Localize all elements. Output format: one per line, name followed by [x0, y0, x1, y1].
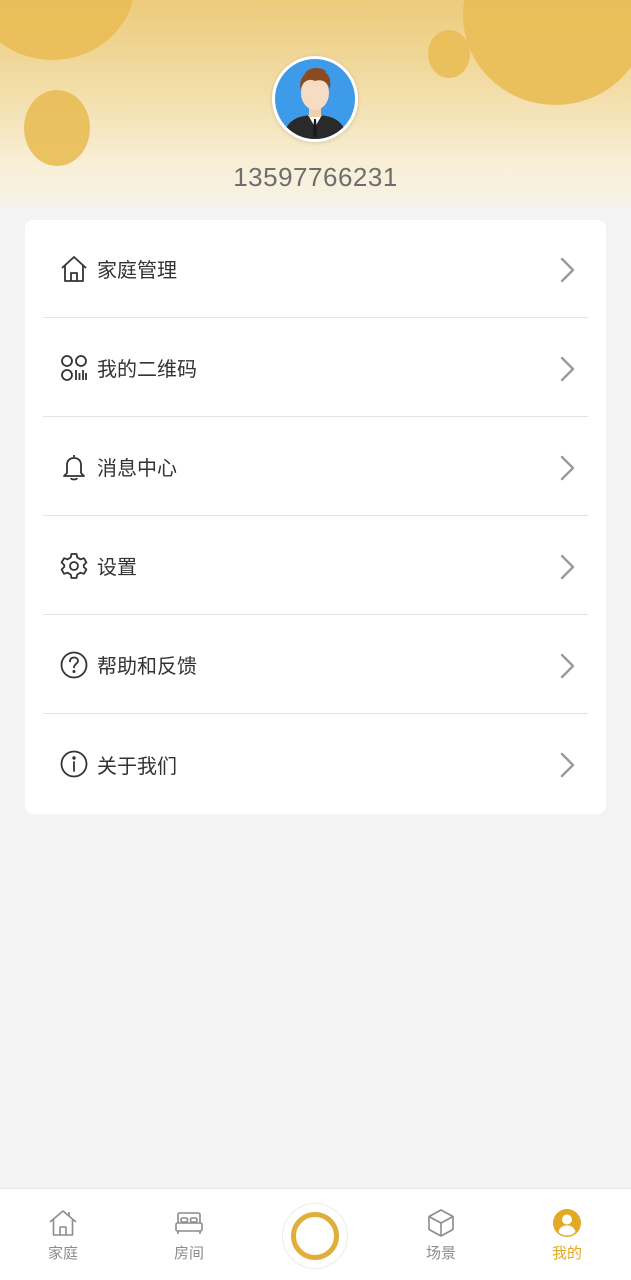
tab-label: 场景: [425, 1244, 456, 1262]
menu-item-help-feedback[interactable]: 帮助和反馈: [43, 616, 588, 714]
menu-item-label: 帮助和反馈: [97, 654, 197, 678]
home-icon: [49, 1210, 77, 1236]
menu-card: 家庭管理 我的二维码 消息中心 设置 帮助和反馈 关于我们: [25, 220, 606, 814]
menu-item-family-management[interactable]: 家庭管理: [43, 220, 588, 318]
decor-blob: [0, 0, 135, 60]
menu-item-my-qrcode[interactable]: 我的二维码: [43, 319, 588, 417]
cube-icon: [428, 1209, 454, 1237]
gear-icon: [57, 549, 91, 583]
chevron-right-icon: [558, 751, 576, 779]
chevron-right-icon: [558, 652, 576, 680]
tab-label: 房间: [173, 1244, 204, 1262]
menu-item-label: 关于我们: [97, 753, 177, 778]
decor-blob: [24, 90, 90, 166]
chevron-right-icon: [558, 454, 576, 482]
user-avatar-icon: [275, 59, 355, 139]
phone-number: 13597766231: [233, 162, 398, 192]
center-action-button[interactable]: [282, 1203, 348, 1269]
tab-label: 家庭: [47, 1244, 78, 1262]
chevron-right-icon: [558, 256, 576, 284]
user-icon: [553, 1209, 581, 1237]
menu-item-settings[interactable]: 设置: [43, 517, 588, 615]
tab-scene[interactable]: 场景: [391, 1203, 491, 1273]
menu-item-label: 消息中心: [97, 456, 177, 480]
chevron-right-icon: [558, 553, 576, 581]
info-icon: [57, 747, 91, 781]
qrcode-icon: [57, 351, 91, 385]
avatar[interactable]: [272, 56, 358, 142]
tab-room[interactable]: 房间: [139, 1203, 239, 1273]
question-icon: [57, 648, 91, 682]
tab-mine[interactable]: 我的: [517, 1203, 617, 1273]
bell-icon: [57, 450, 91, 484]
bed-icon: [175, 1212, 203, 1234]
ring-icon: [291, 1212, 339, 1260]
tab-label: 我的: [551, 1244, 582, 1262]
menu-item-label: 设置: [97, 555, 137, 579]
menu-item-label: 我的二维码: [97, 357, 197, 381]
menu-item-message-center[interactable]: 消息中心: [43, 418, 588, 516]
menu-item-label: 家庭管理: [97, 258, 177, 282]
decor-blob: [463, 0, 631, 105]
tab-family[interactable]: 家庭: [13, 1203, 113, 1273]
home-icon: [57, 252, 91, 286]
bottom-tabbar: 家庭 房间 场景 我的: [0, 1188, 631, 1280]
menu-item-about-us[interactable]: 关于我们: [43, 715, 588, 813]
chevron-right-icon: [558, 355, 576, 383]
decor-blob: [428, 30, 470, 78]
